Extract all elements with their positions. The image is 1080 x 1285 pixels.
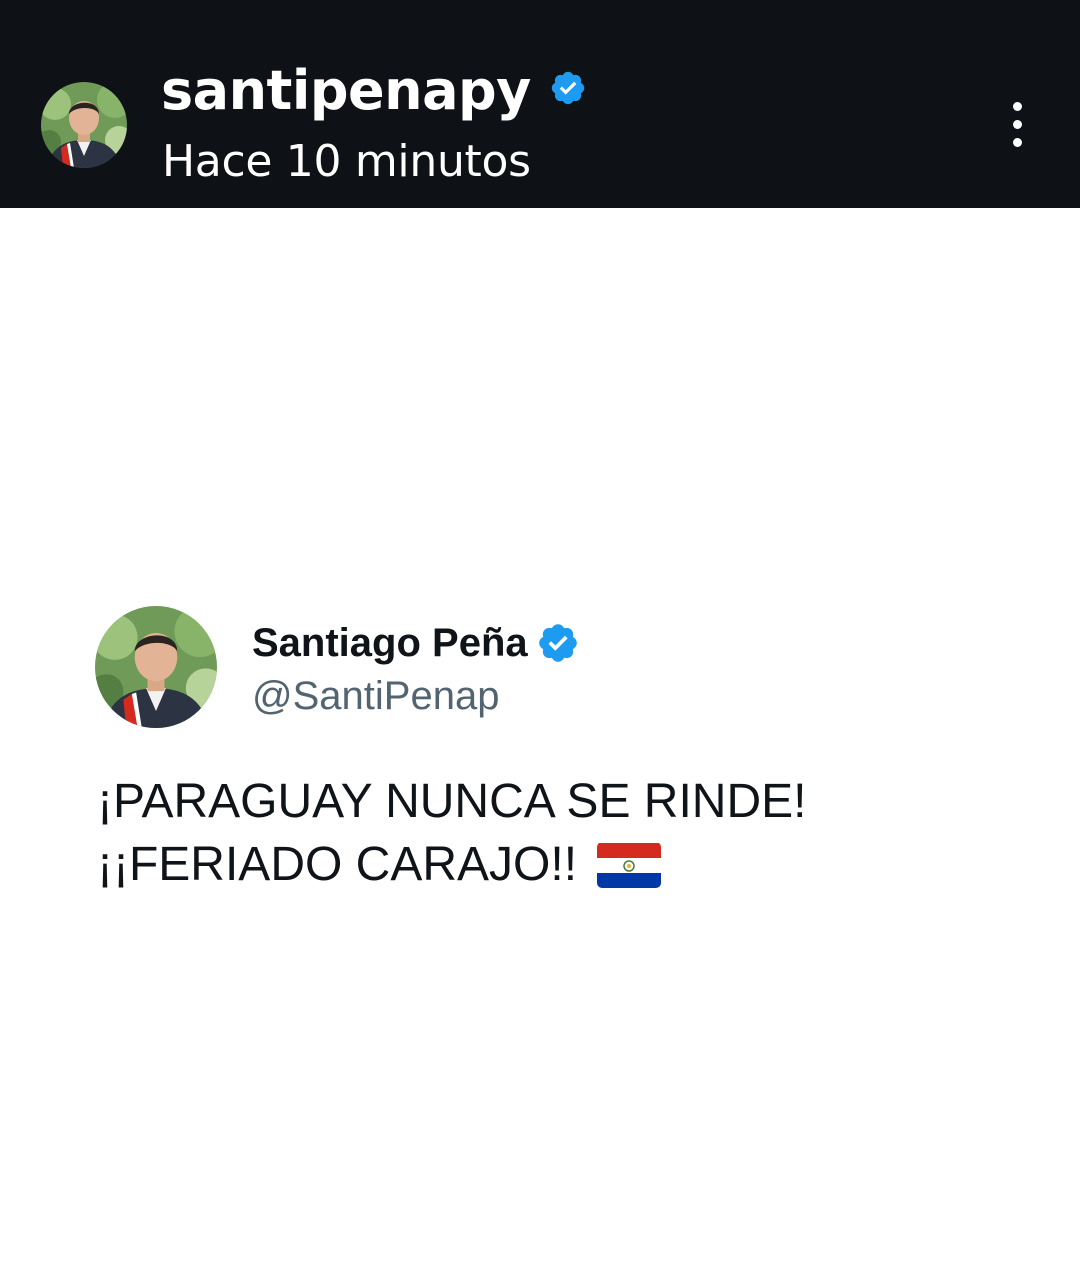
story-header: santipenapy Hace 10 minutos xyxy=(0,0,1080,208)
more-options-button[interactable] xyxy=(998,96,1038,156)
tweet-display-name: Santiago Peña xyxy=(252,621,528,665)
profile-photo-icon xyxy=(95,606,217,728)
story-timestamp: Hace 10 minutos xyxy=(162,136,531,187)
story-username-row: santipenapy xyxy=(161,56,587,126)
verified-badge-icon xyxy=(538,624,577,662)
more-vertical-icon-dot xyxy=(1013,138,1022,147)
paraguay-flag-icon xyxy=(597,842,662,888)
tweet-handle: @SantiPenap xyxy=(252,674,500,718)
tweet-text: ¡PARAGUAY NUNCA SE RINDE! ¡¡FERIADO CARA… xyxy=(97,770,806,896)
tweet-card: Santiago Peña @SantiPenap ¡PARAGUAY NUNC… xyxy=(95,604,915,904)
more-vertical-icon-dot xyxy=(1013,120,1022,129)
tweet-line-text: ¡PARAGUAY NUNCA SE RINDE! xyxy=(97,775,807,828)
tweet-line: ¡¡FERIADO CARAJO!! xyxy=(97,833,806,896)
tweet-name-row: Santiago Peña xyxy=(252,618,580,668)
verified-badge-icon xyxy=(551,71,585,105)
tweet-avatar xyxy=(95,606,217,728)
more-vertical-icon xyxy=(1013,102,1022,111)
story-username[interactable]: santipenapy xyxy=(161,64,531,118)
tweet-line-text: ¡¡FERIADO CARAJO!! xyxy=(97,838,578,891)
tweet-line: ¡PARAGUAY NUNCA SE RINDE! xyxy=(97,770,806,833)
story-avatar[interactable] xyxy=(41,82,127,168)
profile-photo-icon xyxy=(41,82,127,168)
